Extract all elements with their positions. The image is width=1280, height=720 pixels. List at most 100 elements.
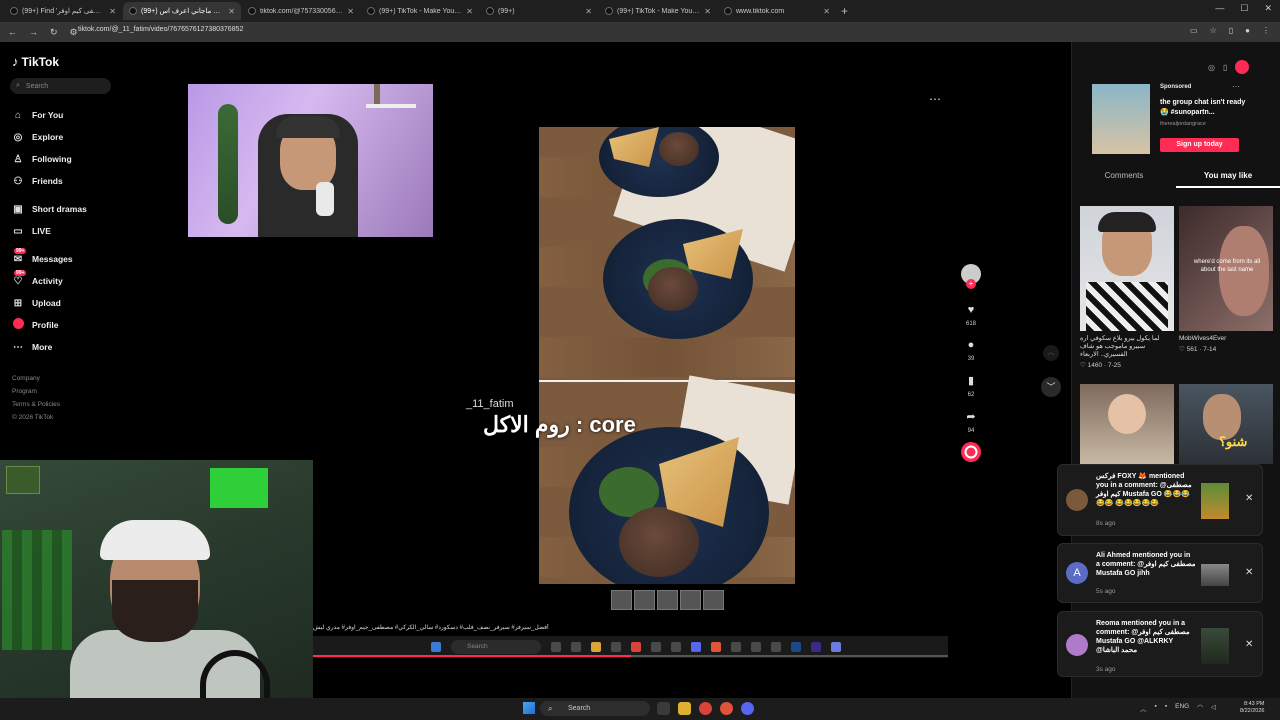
close-icon[interactable]: ✕ — [823, 7, 830, 16]
thumbnail[interactable] — [611, 590, 632, 610]
browser-tab-active[interactable]: (99+) مدري ليش ماجاني اعرف اس✕ — [123, 2, 241, 20]
tab-comments[interactable]: Comments — [1072, 168, 1176, 188]
ad-handle[interactable]: therealjordangrace — [1160, 121, 1206, 127]
sidebar-item-explore[interactable]: ◎ Explore — [12, 126, 87, 148]
menu-kebab-icon[interactable]: ⋮ — [1262, 26, 1270, 35]
url-field[interactable]: tiktok.com/@_11_fatim/video/767657612738… — [78, 26, 243, 33]
mention-notification[interactable]: A Ali Ahmed mentioned you in a comment: … — [1057, 543, 1263, 603]
sidebar-item-short-dramas[interactable]: ▣ Short dramas — [12, 198, 87, 220]
mention-notification[interactable]: Reoma mentioned you in a comment: @مصطفى… — [1057, 611, 1263, 677]
sidebar-item-more[interactable]: ⋯ More — [12, 336, 87, 358]
taskbar-clock[interactable]: 8:43 PM 8/22/2026 — [1240, 701, 1264, 715]
thumbnail[interactable] — [634, 590, 655, 610]
thumbnail[interactable] — [657, 590, 678, 610]
video-player[interactable] — [539, 127, 795, 584]
profile-avatar-icon[interactable]: ● — [1245, 26, 1250, 35]
sidebar-item-upload[interactable]: ⊞ Upload — [12, 292, 87, 314]
tab-you-may-like[interactable]: You may like — [1176, 168, 1280, 188]
previous-video-button[interactable]: ︿ — [1043, 345, 1059, 361]
tray-app-icon[interactable]: ▪ — [1165, 703, 1167, 713]
footer-link-terms[interactable]: Terms & Policies — [12, 398, 60, 411]
close-icon[interactable]: ✕ — [1245, 639, 1253, 650]
video-hashtags[interactable]: أفضل_سيرفر# سيرفر_نصف_قلب# دسكورد# سالي_… — [313, 624, 613, 631]
forward-icon[interactable]: → — [29, 27, 38, 37]
site-info-icon[interactable]: ⚙ — [70, 27, 78, 38]
more-options-icon[interactable]: ⋯ — [929, 92, 941, 106]
comment-button[interactable]: ● 39 — [968, 339, 975, 362]
close-window-icon[interactable]: ✕ — [1264, 3, 1272, 14]
close-icon[interactable]: ✕ — [585, 7, 592, 16]
browser-tab[interactable]: (99+) ✕ — [480, 2, 598, 20]
recommended-card[interactable]: شنو؟ — [1179, 384, 1273, 464]
close-icon[interactable]: ✕ — [704, 7, 711, 16]
sidebar-item-friends[interactable]: ⚇ Friends — [12, 170, 87, 192]
footer-link-company[interactable]: Company — [12, 372, 60, 385]
recommended-thumbnail[interactable]: شنو؟ — [1179, 384, 1273, 464]
recommended-card[interactable]: where'd come from its all about the last… — [1179, 206, 1273, 353]
ad-more-icon[interactable]: ⋯ — [1232, 82, 1240, 91]
compass-icon[interactable]: ◎ — [1208, 63, 1215, 72]
live-avatar-icon[interactable] — [1235, 60, 1250, 74]
new-tab-button[interactable]: + — [841, 4, 848, 18]
browser-tab[interactable]: (99+) Find 'مصطفى كيم اوفر' on✕ — [4, 2, 122, 20]
browser-tab[interactable]: tiktok.com/@7573300562192 ✕ — [242, 2, 360, 20]
thumbnail[interactable] — [703, 590, 724, 610]
mention-notification[interactable]: فركس FOXY 🦊 mentioned you in a comment: … — [1057, 464, 1263, 536]
extensions-icon[interactable]: ▯ — [1229, 26, 1233, 35]
like-button[interactable]: ♥ 618 — [966, 304, 976, 327]
video-author-username[interactable]: _11_fatim — [466, 398, 514, 410]
sidebar-item-messages[interactable]: ✉ 99+ Messages — [12, 248, 87, 270]
creator-avatar[interactable]: + — [961, 264, 981, 289]
close-icon[interactable]: ✕ — [109, 7, 116, 16]
music-disc-icon[interactable] — [961, 442, 981, 462]
recommended-card[interactable]: لما يكول بيرو بلاع سكوفي اره سبيرو ماموج… — [1080, 206, 1174, 369]
search-input[interactable]: ⌕ Search — [10, 78, 111, 94]
sidebar-item-for-you[interactable]: ⌂ For You — [12, 104, 87, 126]
wifi-icon[interactable]: ◠ — [1197, 703, 1203, 713]
reload-icon[interactable]: ↻ — [50, 27, 58, 38]
sidebar-item-activity[interactable]: ♡ 99+ Activity — [12, 270, 87, 292]
minimize-icon[interactable]: — — [1215, 3, 1224, 14]
share-button[interactable]: ➦ 94 — [966, 410, 975, 434]
sign-up-button[interactable]: Sign up today — [1160, 138, 1239, 152]
browser-tab[interactable]: (99+) TikTok - Make Your Day ✕ — [599, 2, 717, 20]
volume-icon[interactable]: ◁ — [1211, 703, 1216, 713]
sidebar-item-following[interactable]: ♙ Following — [12, 148, 87, 170]
close-icon[interactable]: ✕ — [1245, 567, 1253, 578]
close-icon[interactable]: ✕ — [466, 7, 473, 16]
recommended-thumbnail[interactable] — [1080, 384, 1174, 464]
tray-chevron-icon[interactable]: ︿ — [1140, 703, 1147, 713]
sidebar-item-live[interactable]: ▭ LIVE — [12, 220, 87, 242]
tray-app-icon[interactable]: ▪ — [1155, 703, 1157, 713]
thumbnail[interactable] — [680, 590, 701, 610]
close-icon[interactable]: ✕ — [347, 7, 354, 16]
browser-tab[interactable]: www.tiktok.com ✕ — [718, 2, 836, 20]
windows-start-icon[interactable] — [523, 702, 535, 714]
phone-icon[interactable]: ▯ — [1223, 63, 1227, 72]
taskbar-search[interactable]: ⌕ Search — [540, 701, 650, 716]
recommended-card[interactable] — [1080, 384, 1174, 464]
back-icon[interactable]: ← — [8, 27, 17, 37]
save-button[interactable]: ▮ 62 — [968, 374, 975, 398]
ad-thumbnail[interactable] — [1092, 84, 1150, 154]
chrome-icon[interactable] — [699, 702, 712, 715]
recommended-thumbnail[interactable]: where'd come from its all about the last… — [1179, 206, 1273, 331]
bookmark-star-icon[interactable]: ☆ — [1210, 26, 1217, 35]
app-icon[interactable] — [720, 702, 733, 715]
task-view-icon[interactable] — [657, 702, 670, 715]
sidebar-item-profile[interactable]: Profile — [12, 314, 87, 336]
follow-plus-icon[interactable]: + — [966, 279, 976, 289]
close-icon[interactable]: ✕ — [1245, 493, 1253, 504]
footer-link-program[interactable]: Program — [12, 385, 60, 398]
recommended-thumbnail[interactable] — [1080, 206, 1174, 331]
close-icon[interactable]: ✕ — [228, 7, 235, 16]
maximize-icon[interactable]: ☐ — [1240, 3, 1248, 14]
next-video-button[interactable]: ﹀ — [1041, 377, 1061, 397]
cast-icon[interactable]: ▭ — [1190, 26, 1198, 35]
file-explorer-icon[interactable] — [678, 702, 691, 715]
discord-icon[interactable] — [741, 702, 754, 715]
ad-title[interactable]: the group chat isn't ready 😭 #sunopartn.… — [1160, 98, 1250, 118]
language-indicator[interactable]: ENG — [1175, 703, 1189, 713]
browser-tab[interactable]: (99+) TikTok - Make Your Day ✕ — [361, 2, 479, 20]
tiktok-logo[interactable]: ♪ TikTok — [12, 54, 59, 69]
